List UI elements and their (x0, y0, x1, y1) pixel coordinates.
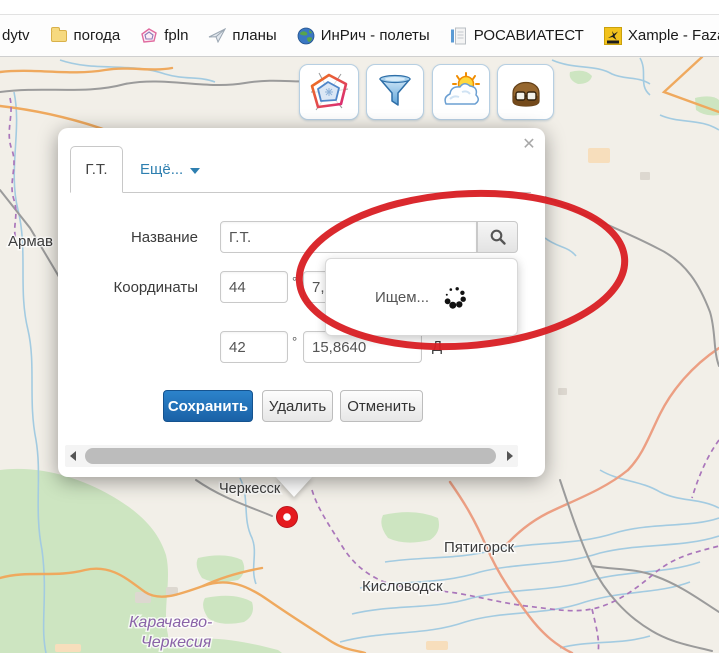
longitude-suffix-label: Д (432, 338, 442, 355)
bookmark-plany[interactable]: планы (208, 27, 276, 45)
browser-chrome-strip (0, 0, 719, 15)
close-button[interactable]: ✕ (518, 133, 540, 155)
polygon-icon (140, 27, 158, 45)
paper-plane-icon (208, 27, 226, 45)
bookmark-rosaviatest[interactable]: РОСАВИАТЕСТ (450, 27, 584, 45)
bookmark-fpln[interactable]: fpln (140, 27, 188, 45)
weather-button[interactable] (432, 64, 490, 120)
search-results-popup: Ищем... (325, 258, 518, 336)
zone-polygon-icon (308, 71, 350, 113)
map-label-pyatigorsk: Пятигорск (444, 539, 514, 556)
folder-icon (50, 27, 68, 45)
map-label-region-2: Черкесия (141, 634, 212, 651)
bookmark-label: планы (232, 27, 276, 44)
bookmarks-bar: dytv погода fpln планы (0, 15, 719, 57)
bookmark-label: ИнРич - полеты (321, 27, 430, 44)
save-button[interactable]: Сохранить (163, 390, 253, 422)
map-label-region-1: Карачаево- (129, 614, 212, 631)
scroll-left-icon[interactable] (70, 451, 76, 461)
pilot-helmet-icon (506, 72, 546, 112)
coordinates-label: Координаты (78, 279, 198, 296)
tab-more[interactable]: Ещё... (140, 161, 200, 178)
tab-divider (70, 192, 531, 193)
tab-more-label: Ещё... (140, 161, 183, 178)
scroll-right-icon[interactable] (507, 451, 513, 461)
scrollbar-thumb[interactable] (85, 448, 496, 464)
app-window: Армав Черкесск Пятигорск Кисловодск Кара… (0, 0, 719, 653)
lat-degree-symbol: ° (292, 274, 297, 289)
lon-degrees-input[interactable] (220, 331, 288, 363)
document-icon (450, 27, 468, 45)
bookmark-label: РОСАВИАТЕСТ (474, 27, 584, 44)
bookmark-label: fpln (164, 27, 188, 44)
dialog-pointer (275, 476, 313, 497)
delete-button[interactable]: Удалить (262, 390, 333, 422)
services-icon (604, 27, 622, 45)
filter-button[interactable] (366, 64, 424, 120)
bookmark-label: dytv (2, 27, 30, 44)
zone-polygon-button[interactable] (299, 64, 359, 120)
search-button[interactable] (477, 221, 518, 253)
bookmark-pogoda[interactable]: погода (50, 27, 121, 45)
bookmark-dytv[interactable]: dytv (2, 27, 30, 44)
lat-degrees-input[interactable] (220, 271, 288, 303)
tab-gt[interactable]: Г.Т. (70, 146, 123, 193)
cancel-button[interactable]: Отменить (340, 390, 423, 422)
map-label-kislovodsk: Кисловодск (362, 578, 443, 595)
name-input[interactable] (220, 221, 477, 253)
caret-down-icon (190, 168, 200, 174)
name-label: Название (78, 229, 198, 246)
search-icon (489, 228, 507, 246)
map-label-armavir: Армав (8, 233, 53, 250)
searching-status: Ищем... (375, 289, 429, 306)
bookmark-label: погода (74, 27, 121, 44)
pilot-helmet-button[interactable] (497, 64, 554, 120)
bookmark-xample[interactable]: Xample - Faza (604, 27, 719, 45)
map-label-cherkessk: Черкесск (219, 481, 281, 497)
filter-funnel-icon (375, 72, 415, 112)
bookmark-inrich[interactable]: ИнРич - полеты (297, 27, 430, 45)
lon-degree-symbol: ° (292, 334, 297, 349)
horizontal-scrollbar[interactable] (65, 445, 518, 467)
bookmark-label: Xample - Faza (628, 27, 719, 44)
globe-icon (297, 27, 315, 45)
loading-spinner-icon (442, 284, 468, 310)
weather-icon (440, 71, 482, 113)
map-marker[interactable] (277, 507, 298, 528)
